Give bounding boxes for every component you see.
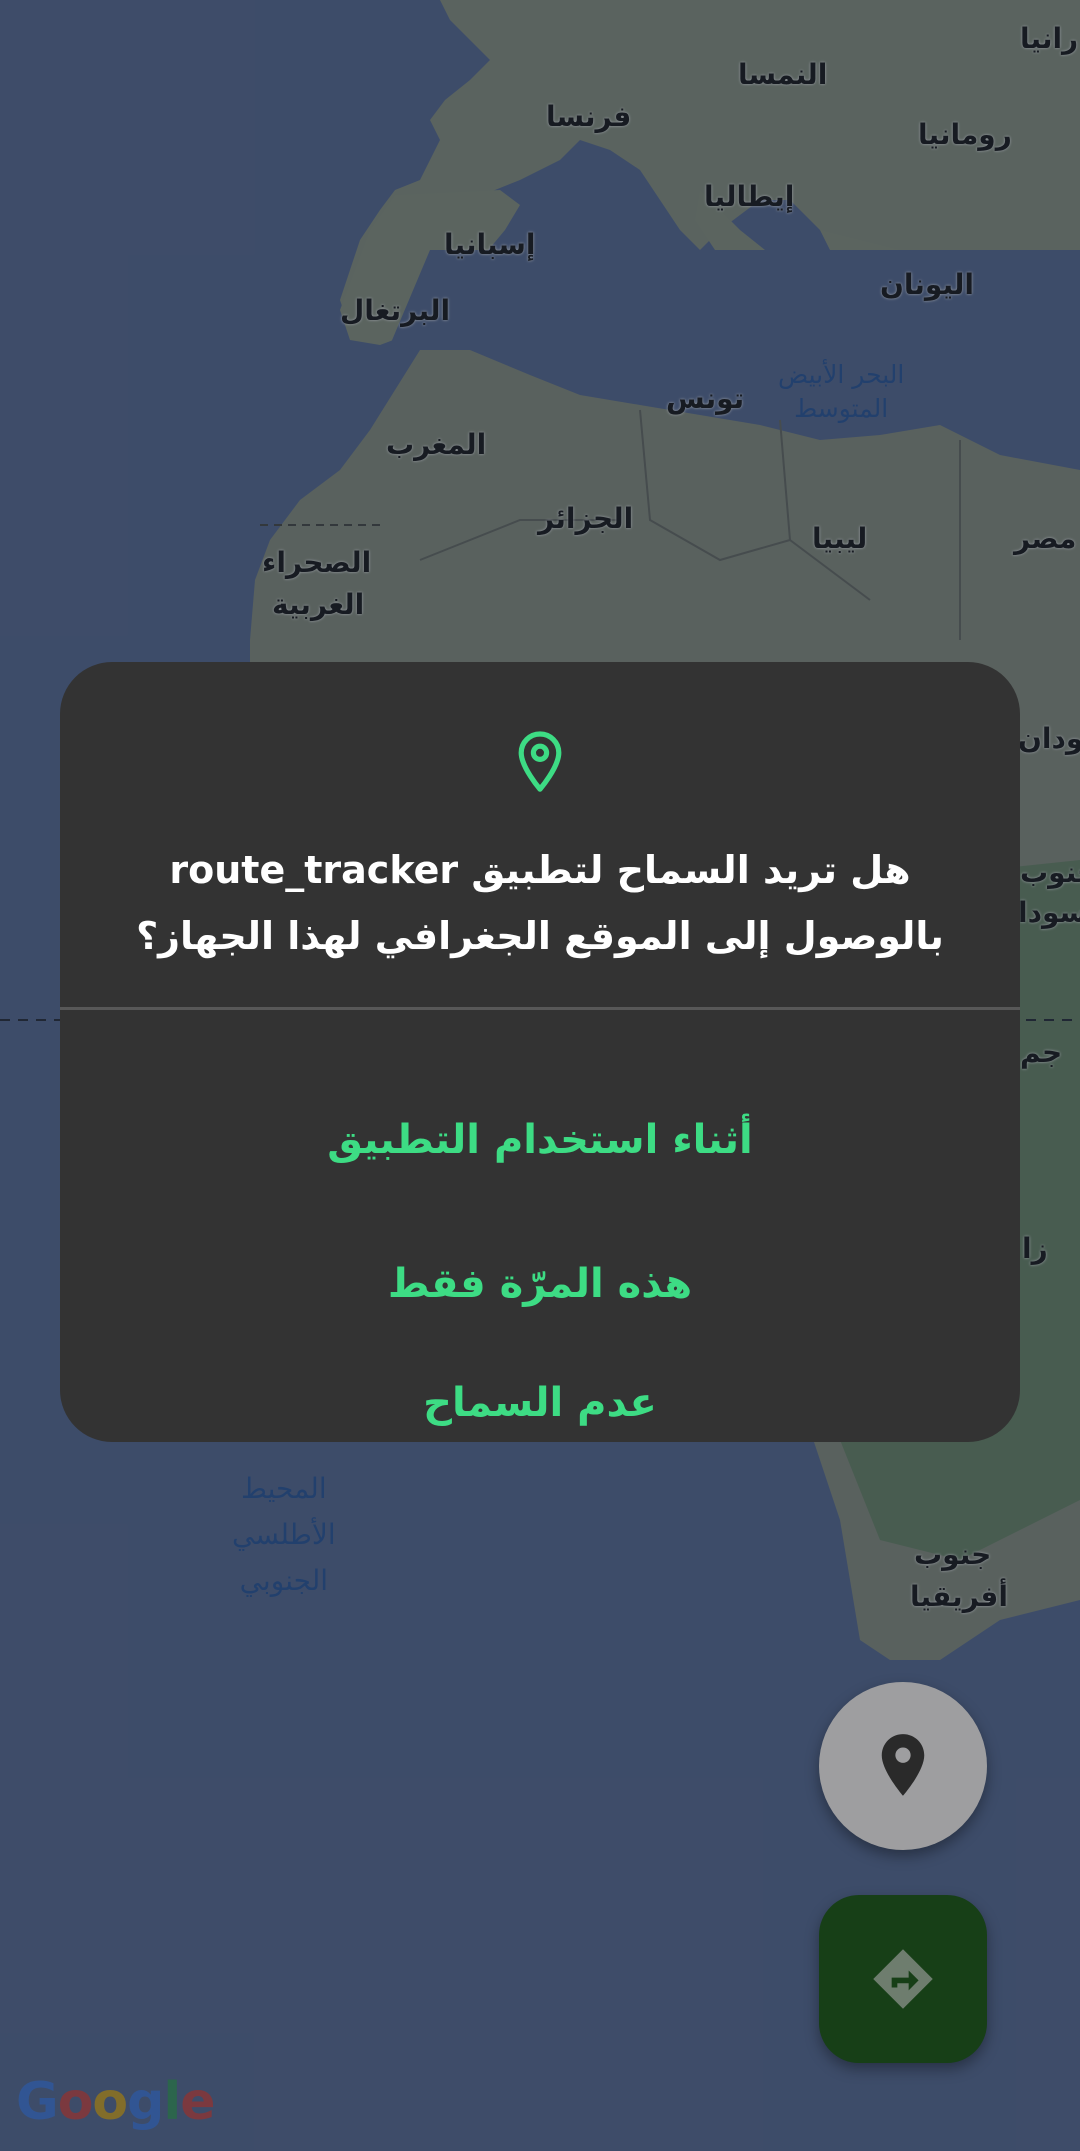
dialog-title-line2: بالوصول إلى الموقع الجغرافي لهذا الجهاز؟ [136, 914, 944, 958]
dialog-divider [60, 1007, 1020, 1010]
location-permission-dialog: هل تريد السماح لتطبيق route_tracker بالو… [60, 662, 1020, 1442]
screen: النمسا فرنسا رومانيا رانيا إيطاليا إسبان… [0, 0, 1080, 2151]
directions-button[interactable] [819, 1895, 987, 2063]
allow-only-this-time-button[interactable]: هذه المرّة فقط [60, 1224, 1020, 1344]
dialog-icon-container [60, 730, 1020, 798]
allow-while-using-button[interactable]: أثناء استخدام التطبيق [60, 1080, 1020, 1200]
location-pin-icon [881, 1734, 925, 1796]
location-pin-icon [518, 731, 562, 792]
my-location-button[interactable] [819, 1682, 987, 1850]
dialog-title: هل تريد السماح لتطبيق route_tracker بالو… [130, 837, 950, 969]
directions-icon [873, 1949, 933, 2009]
deny-button[interactable]: عدم السماح [60, 1368, 1020, 1438]
dialog-title-line1: هل تريد السماح لتطبيق route_tracker [169, 848, 911, 892]
